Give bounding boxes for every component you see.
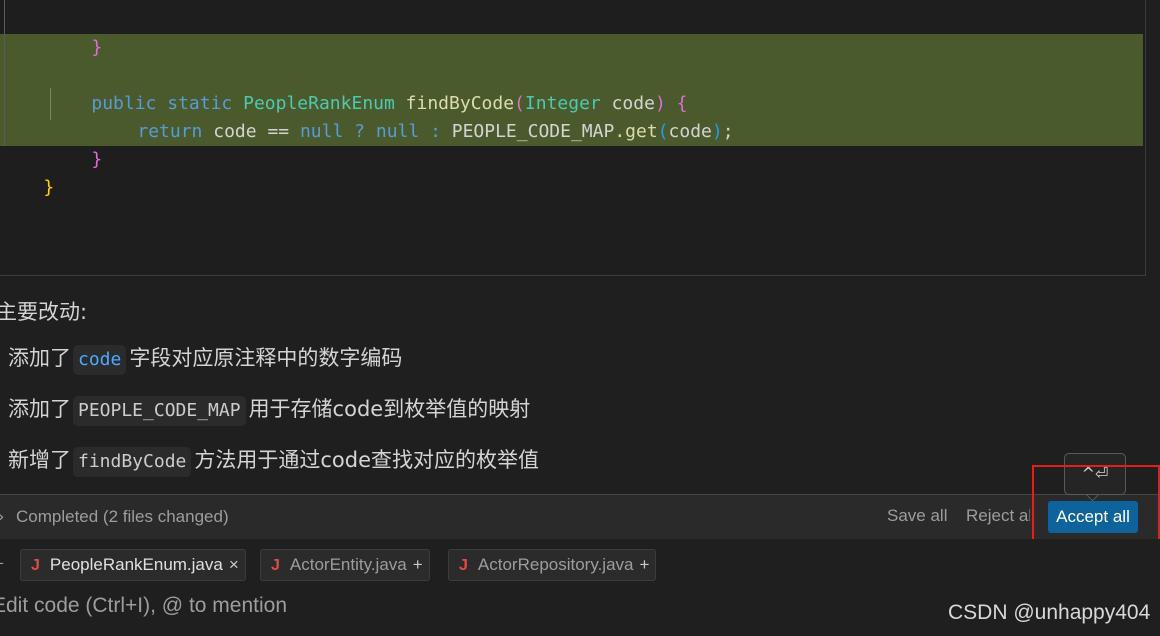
code-line-signature: public static PeopleRankEnum findByCode(… [91, 93, 688, 114]
java-file-icon: J [459, 557, 468, 574]
java-file-icon: J [271, 557, 280, 574]
change-item: 添加了 PEOPLE_CODE_MAP 用于存储code到枚举值的映射 [8, 391, 530, 427]
inline-code: code [73, 345, 127, 375]
collapse-icon[interactable]: – [0, 553, 4, 572]
change-item: 新增了 findByCode 方法用于通过code查找对应的枚举值 [8, 442, 539, 478]
save-all-button[interactable]: Save all [887, 506, 947, 526]
file-tab[interactable]: J PeopleRankEnum.java × [20, 549, 246, 581]
status-text: Completed (2 files changed) [16, 507, 229, 526]
edit-status-bar: › Completed (2 files changed) Save all R… [0, 494, 1160, 540]
code-line-class-close: } [43, 177, 55, 198]
inline-code: findByCode [73, 447, 192, 477]
change-item: 添加了 code 字段对应原注释中的数字编码 [8, 340, 402, 376]
changed-files-bar: – JPeopleRankEnum.java× JActorEntity.jav… [0, 539, 1160, 589]
indent-guide [4, 0, 5, 146]
inline-code: PEOPLE_CODE_MAP [73, 396, 246, 426]
chevron-right-icon[interactable]: › [0, 507, 4, 526]
add-icon[interactable]: + [640, 555, 650, 574]
file-tab[interactable]: J ActorRepository.java + [448, 549, 657, 581]
changes-heading: 主要改动: [0, 300, 88, 324]
java-file-icon: J [31, 557, 40, 574]
add-icon[interactable]: + [413, 555, 423, 574]
chat-input[interactable]: Edit code (Ctrl+I), @ to mention [0, 594, 287, 618]
close-icon[interactable]: × [229, 555, 239, 574]
code-line-prev-close: } [91, 37, 103, 58]
code-line-return: return code == null ? null : PEOPLE_CODE… [137, 121, 734, 142]
watermark: CSDN @unhappy404 [948, 601, 1151, 624]
reject-all-button[interactable]: Reject all [966, 506, 1030, 526]
code-line-method-close: } [91, 149, 103, 170]
code-editor[interactable]: } public static PeopleRankEnum findByCod… [0, 0, 1146, 276]
file-tab[interactable]: J ActorEntity.java + [260, 549, 430, 581]
